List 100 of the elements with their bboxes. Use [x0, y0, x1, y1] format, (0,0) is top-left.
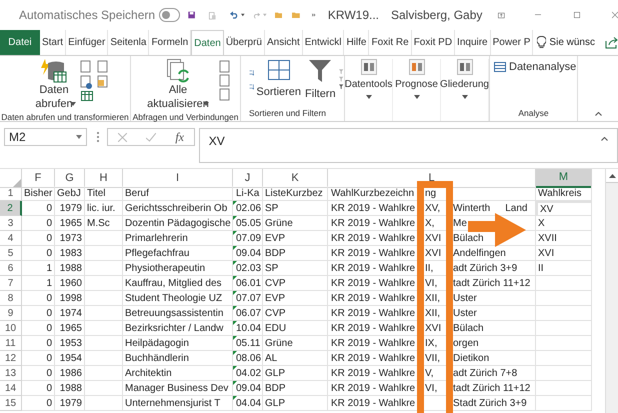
group-label: Sortieren und Filtern [248, 107, 328, 120]
error-indicator-icon[interactable] [233, 366, 237, 370]
table-cell: XII, [425, 308, 440, 318]
column-header[interactable]: L [328, 169, 536, 188]
row-header[interactable]: 9 [0, 306, 22, 321]
column-header[interactable]: J [233, 169, 263, 188]
row-header[interactable]: 12 [0, 351, 22, 366]
row-header[interactable]: 10 [0, 321, 22, 336]
error-indicator-icon[interactable] [233, 321, 237, 325]
maximize-icon[interactable] [574, 10, 580, 20]
table-cell-text: 05.05 [236, 216, 262, 230]
share-icon[interactable] [605, 36, 618, 48]
row-header[interactable]: 13 [0, 366, 22, 381]
group-label: Abfragen und Verbindungen [132, 111, 240, 124]
row-header[interactable]: 11 [0, 336, 22, 351]
table-cell: V, [425, 368, 434, 378]
row-header[interactable]: 7 [0, 276, 22, 291]
caret-icon[interactable] [414, 95, 420, 99]
error-indicator-icon[interactable] [233, 216, 237, 220]
error-indicator-icon[interactable] [233, 396, 237, 400]
row-header[interactable]: 8 [0, 291, 22, 306]
column-header[interactable]: H [85, 169, 123, 188]
error-indicator-icon[interactable] [233, 201, 237, 205]
ribbon-tab[interactable]: Datei [0, 30, 40, 55]
table-cell: X, [425, 218, 434, 228]
column-header[interactable]: K [263, 169, 328, 188]
save-icon[interactable] [188, 9, 196, 21]
column-header[interactable]: I [123, 169, 233, 188]
tell-me-field[interactable]: Sie wünsc [549, 35, 595, 50]
get-data-button[interactable]: Daten abrufen [34, 59, 74, 111]
error-indicator-icon[interactable] [233, 231, 237, 235]
row-header[interactable]: 4 [0, 231, 22, 246]
table-cell-text: 1998 [60, 292, 82, 305]
name-box[interactable]: M2 [4, 128, 87, 146]
formula-field[interactable]: XV [198, 128, 618, 163]
table-cell-text: adt Zürich 7+8 [453, 366, 518, 380]
data-analysis-button[interactable]: Datenanalyse [494, 59, 576, 76]
ribbon-tab[interactable]: Daten [191, 30, 224, 55]
minimize-icon[interactable] [534, 14, 541, 16]
more-icon[interactable] [312, 13, 316, 17]
table-cell-text: KR 2019 - Wahlkre [331, 306, 416, 320]
autosave-label: Automatisches Speichern [19, 7, 156, 24]
ribbon-dropdown-button[interactable]: Datentools [345, 59, 393, 121]
row-header[interactable]: 3 [0, 216, 22, 231]
close-icon[interactable] [612, 10, 618, 20]
row-header[interactable]: 2 [0, 201, 22, 216]
lightbulb-icon[interactable] [537, 36, 546, 49]
table-cell-text: Physiotherapeutin [125, 262, 206, 275]
table-cell-text: 0 [46, 292, 52, 305]
row-header[interactable]: 14 [0, 381, 22, 396]
splitter-icon[interactable] [96, 132, 99, 142]
error-indicator-icon[interactable] [233, 351, 237, 355]
user-name: Salvisberg, Gaby [391, 7, 482, 24]
table-cell-text: KR 2019 - Wahlkre [331, 262, 416, 275]
table-cell-text: BDP [265, 246, 286, 260]
checkmark-icon[interactable] [146, 132, 156, 142]
table-cell-text: Manager Business Dev [125, 382, 228, 395]
table-cell-text: Bülach [453, 322, 484, 335]
ribbon-dropdown-button[interactable]: Gliederung [441, 59, 489, 121]
table-cell-text: 09.04 [236, 246, 262, 260]
column-header[interactable]: G [55, 169, 85, 188]
error-indicator-icon[interactable] [233, 381, 237, 385]
caret-icon[interactable] [203, 102, 209, 106]
table-cell: XII, [425, 292, 440, 304]
row-header[interactable]: 5 [0, 246, 22, 261]
ribbon-display-icon[interactable] [498, 10, 505, 20]
refresh-all-button[interactable]: Alle aktualisieren [147, 59, 209, 111]
caret-icon[interactable] [70, 102, 76, 106]
row-header[interactable]: 15 [0, 396, 22, 411]
error-indicator-icon[interactable] [233, 261, 237, 265]
undo-icon[interactable] [230, 9, 238, 21]
ribbon-dropdown-button[interactable]: Prognose [393, 59, 441, 121]
table-cell-text: 07.09 [236, 232, 262, 245]
table-cell-text: 06.01 [236, 276, 262, 290]
small-tools-icon[interactable] [80, 60, 110, 102]
insert-function-button[interactable]: fx [175, 128, 184, 146]
error-indicator-icon[interactable] [233, 291, 237, 295]
scroll-up-icon[interactable] [608, 174, 616, 178]
table-cell-text: 1973 [60, 232, 82, 245]
table-cell: VI, [425, 278, 438, 288]
caret-icon[interactable] [366, 95, 372, 99]
error-indicator-icon[interactable] [233, 306, 237, 310]
sort-button[interactable]: Sortieren [256, 60, 302, 100]
row-header[interactable]: 6 [0, 261, 22, 276]
autosave-toggle[interactable] [159, 8, 180, 22]
error-indicator-icon[interactable] [233, 246, 237, 250]
small-tools-icon[interactable] [219, 60, 231, 102]
caret-icon[interactable] [462, 95, 468, 99]
expand-formula-icon[interactable] [601, 137, 608, 141]
filter-button[interactable]: Filtern [305, 60, 336, 102]
table-cell-text: 08.06 [236, 352, 262, 365]
collapse-ribbon-icon[interactable] [594, 112, 602, 116]
error-indicator-icon[interactable] [233, 336, 237, 340]
table-cell-text: 04.02 [236, 366, 262, 380]
column-header[interactable]: M [536, 169, 592, 188]
column-header[interactable]: F [22, 169, 55, 188]
error-indicator-icon[interactable] [233, 276, 237, 280]
caret-icon[interactable] [241, 13, 245, 17]
table-icon [494, 62, 506, 72]
table-cell-text: KR 2019 - Wahlkre [331, 232, 416, 245]
